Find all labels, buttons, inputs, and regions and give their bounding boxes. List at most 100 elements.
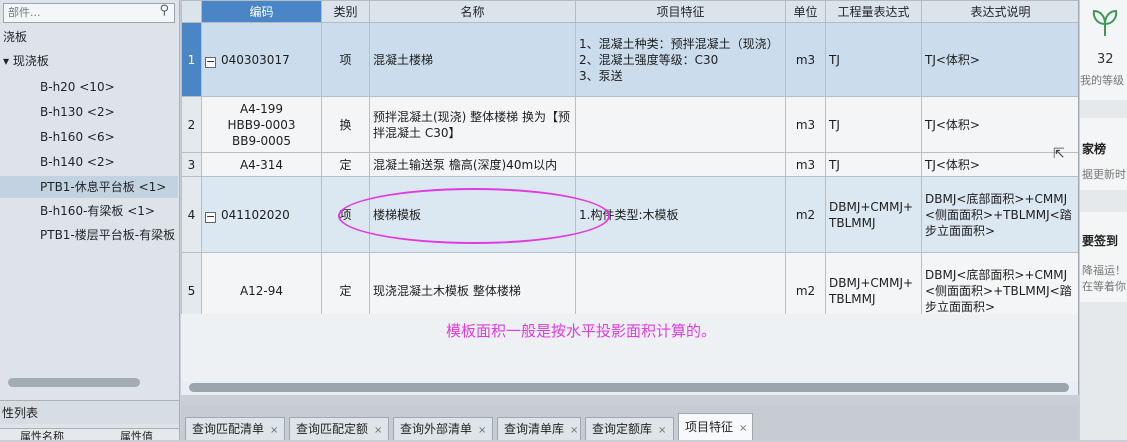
properties-title: 性列表 bbox=[0, 400, 179, 424]
grid-horizontal-scrollbar[interactable] bbox=[189, 383, 1069, 392]
column-header[interactable]: 名称 bbox=[369, 0, 576, 23]
unit-cell[interactable]: m3 bbox=[785, 96, 826, 153]
table-row[interactable]: 2 A4-199 HBB9-0003 BB9-0005 换预拌混凝土(现浇) 整体楼梯 … bbox=[181, 96, 1078, 153]
category-cell[interactable]: 定 bbox=[321, 152, 370, 177]
expression-description-cell[interactable]: DBMJ<底部面积>+CMMJ<侧面面积>+TBLMMJ<踏步立面面积> bbox=[921, 176, 1078, 253]
tab-label: 项目特征 bbox=[685, 420, 734, 434]
features-cell[interactable] bbox=[575, 152, 786, 177]
tree-item[interactable]: B-h160-有梁板 <1> bbox=[0, 200, 178, 222]
category-cell[interactable]: 换 bbox=[321, 96, 370, 153]
unit-cell[interactable]: m3 bbox=[785, 152, 826, 177]
code-text: A12-94 bbox=[239, 283, 284, 298]
feature-line: 3、泵送 bbox=[579, 68, 623, 83]
tree-horizontal-scrollbar[interactable] bbox=[8, 378, 140, 387]
row-number-cell[interactable]: 3 bbox=[181, 152, 202, 177]
row-number-cell[interactable]: 1 bbox=[181, 22, 202, 97]
column-header[interactable]: 工程量表达式 bbox=[825, 0, 922, 23]
tab-close-icon[interactable]: × bbox=[570, 425, 578, 436]
ranking-card[interactable]: 家榜 据更新时 bbox=[1080, 118, 1127, 190]
level-card[interactable]: 32 我的等级 bbox=[1080, 0, 1127, 100]
ranking-subtitle: 据更新时 bbox=[1082, 168, 1126, 181]
signin-subtitle-2: 在等着你 bbox=[1082, 280, 1126, 293]
tree-item[interactable]: B-h130 <2> bbox=[0, 101, 178, 123]
expression-description-cell[interactable]: TJ<体积> bbox=[921, 22, 1078, 97]
tab-label: 查询外部清单 bbox=[400, 422, 473, 436]
category-cell[interactable]: 项 bbox=[321, 22, 370, 97]
name-cell[interactable]: 混凝土楼梯 bbox=[369, 22, 576, 97]
tree-item[interactable]: B-h160 <6> bbox=[0, 126, 178, 148]
side-promo-panel: 32 我的等级 家榜 据更新时 要签到 降福运！ 在等着你 bbox=[1080, 0, 1127, 440]
tab-close-icon[interactable]: × bbox=[374, 425, 382, 436]
tree-item[interactable]: PTB1-休息平台板 <1> bbox=[0, 176, 178, 198]
name-cell[interactable]: 混凝土输送泵 檐高(深度)40m以内 bbox=[369, 152, 576, 177]
category-cell[interactable]: 项 bbox=[321, 176, 370, 253]
code-text: HBB9-0003 bbox=[227, 117, 296, 132]
feature-line: 2、混凝土强度等级：C30 bbox=[579, 52, 719, 67]
tree-item[interactable]: B-h140 <2> bbox=[0, 151, 178, 173]
code-cell[interactable]: −040303017 bbox=[201, 22, 322, 97]
signin-subtitle-1: 降福运！ bbox=[1082, 264, 1126, 277]
name-cell[interactable]: 预拌混凝土(现浇) 整体楼梯 换为【预拌混凝土 C30】 bbox=[369, 96, 576, 153]
code-text: A4-314 bbox=[239, 157, 284, 172]
column-header[interactable]: 单位 bbox=[785, 0, 826, 23]
tab-2[interactable]: 查询外部清单 × bbox=[393, 417, 493, 440]
tab-label: 查询清单库 bbox=[504, 422, 565, 436]
code-text: 040303017 bbox=[221, 52, 290, 67]
expression-description-cell[interactable]: TJ<体积> bbox=[921, 96, 1078, 153]
tab-close-icon[interactable]: × bbox=[739, 423, 747, 434]
bq-table: 编码 类别 名称 项目特征 单位 工程量表达式 表达式说明 1−040303017 项混凝土楼… bbox=[181, 0, 1078, 329]
tree-item[interactable]: B-h20 <10> bbox=[0, 76, 178, 98]
tab-close-icon[interactable]: × bbox=[270, 425, 278, 436]
table-header-row: 编码 类别 名称 项目特征 单位 工程量表达式 表达式说明 bbox=[181, 0, 1078, 23]
tab-label: 查询定额库 bbox=[592, 422, 653, 436]
column-header[interactable]: 表达式说明 bbox=[921, 0, 1078, 23]
table-row[interactable]: 3 A4-314 定混凝土输送泵 檐高(深度)40m以内 m3 TJ TJ<体积> bbox=[181, 152, 1078, 177]
tree-item[interactable]: ▾ 现浇板 bbox=[0, 50, 178, 72]
tab-label: 查询匹配定额 bbox=[296, 422, 369, 436]
expression-cell[interactable]: TJ bbox=[825, 152, 922, 177]
expression-cell[interactable]: DBMJ+CMMJ+TBLMMJ bbox=[825, 176, 922, 253]
column-header[interactable]: 编码 bbox=[201, 0, 322, 23]
expression-cell[interactable]: TJ bbox=[825, 22, 922, 97]
table-row[interactable]: 1−040303017 项混凝土楼梯 1、混凝土种类：预拌混凝土（现浇） 2、混凝土强… bbox=[181, 22, 1078, 97]
mouse-cursor-icon: ⇱ bbox=[1053, 146, 1065, 162]
tab-1[interactable]: 查询匹配定额 × bbox=[289, 417, 389, 440]
column-header[interactable]: 类别 bbox=[321, 0, 370, 23]
tab-0[interactable]: 查询匹配清单 × bbox=[185, 417, 285, 440]
collapse-toggle-icon[interactable]: − bbox=[205, 211, 216, 223]
tab-4[interactable]: 查询定额库 × bbox=[585, 417, 674, 440]
unit-cell[interactable]: m2 bbox=[785, 176, 826, 253]
column-header[interactable] bbox=[181, 0, 202, 23]
tree-item[interactable]: PTB1-楼层平台板-有梁板 bbox=[0, 224, 178, 246]
feature-line: 1.构件类型:木模板 bbox=[579, 207, 679, 222]
signin-card[interactable]: 要签到 降福运！ 在等着你 bbox=[1080, 212, 1127, 302]
unit-cell[interactable]: m3 bbox=[785, 22, 826, 97]
tab-label: 查询匹配清单 bbox=[192, 422, 265, 436]
features-cell[interactable]: 1、混凝土种类：预拌混凝土（现浇） 2、混凝土强度等级：C30 3、泵送 bbox=[575, 22, 786, 97]
code-cell[interactable]: A4-314 bbox=[201, 152, 322, 177]
features-cell[interactable] bbox=[575, 96, 786, 153]
row-number-cell[interactable]: 2 bbox=[181, 96, 202, 153]
leaf-icon bbox=[1092, 9, 1118, 36]
tab-5[interactable]: 项目特征 × bbox=[678, 413, 753, 440]
features-cell[interactable]: 1.构件类型:木模板 bbox=[575, 176, 786, 253]
code-cell[interactable]: −041102020 bbox=[201, 176, 322, 253]
table-row[interactable]: 4−041102020 项楼梯模板 1.构件类型:木模板 m2 DBMJ+CMMJ+TB… bbox=[181, 176, 1078, 253]
tab-close-icon[interactable]: × bbox=[478, 425, 486, 436]
row-number-cell[interactable]: 4 bbox=[181, 176, 202, 253]
tab-3[interactable]: 查询清单库 × bbox=[497, 417, 581, 440]
signin-title: 要签到 bbox=[1082, 234, 1119, 248]
collapse-toggle-icon[interactable]: − bbox=[205, 56, 216, 68]
name-cell[interactable]: 楼梯模板 bbox=[369, 176, 576, 253]
feature-line: 1、混凝土种类：预拌混凝土（现浇） bbox=[579, 36, 779, 51]
tab-close-icon[interactable]: × bbox=[658, 425, 666, 436]
code-cell[interactable]: A4-199 HBB9-0003 BB9-0005 bbox=[201, 96, 322, 153]
tree-item[interactable]: 浇板 bbox=[0, 26, 178, 48]
expression-cell[interactable]: TJ bbox=[825, 96, 922, 153]
column-header[interactable]: 项目特征 bbox=[575, 0, 786, 23]
code-text: 041102020 bbox=[221, 207, 290, 222]
bottom-tab-bar: 查询匹配清单 × 查询匹配定额 × 查询外部清单 × 查询清单库 × 查询定额库 × 项目特征 × bbox=[181, 405, 1079, 440]
search-icon[interactable]: ⚲ bbox=[159, 4, 169, 18]
component-tree-panel: 部件... ⚲ 浇板 ▾ 现浇板 B-h20 <10> B-h130 <2> B-h16… bbox=[0, 0, 180, 440]
component-search-input[interactable]: 部件... ⚲ bbox=[3, 3, 175, 23]
